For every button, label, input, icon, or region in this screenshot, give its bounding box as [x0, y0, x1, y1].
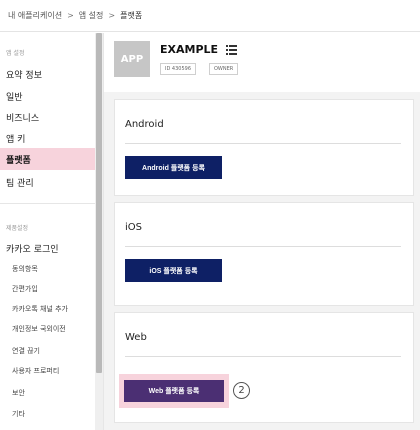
android-register-button[interactable]: Android 플랫폼 등록	[125, 156, 222, 179]
sidebar-subitem-label: 카카오톡 채널 추가	[12, 305, 68, 313]
web-register-button[interactable]: Web 플랫폼 등록	[124, 380, 224, 402]
sidebar-subitem-user-properties[interactable]: 사용자 프로퍼티	[0, 361, 95, 381]
card-divider	[125, 246, 401, 247]
sidebar-item-label: 일반	[6, 92, 23, 103]
sidebar-subitem-label: 동의항목	[12, 265, 38, 273]
sidebar-subitem-label: 사용자 프로퍼티	[12, 367, 60, 375]
sidebar-item-label: 팀 관리	[6, 178, 34, 189]
breadcrumb-separator: >	[67, 11, 74, 20]
sidebar-subitem-label: 보안	[12, 389, 25, 397]
breadcrumb-item-my-apps[interactable]: 내 애플리케이션	[8, 10, 62, 21]
app-role-badge: OWNER	[209, 63, 239, 75]
app-id-badge: ID 430596	[160, 63, 197, 75]
sidebar-item-general[interactable]: 일반	[0, 85, 95, 107]
sidebar-divider	[0, 203, 95, 204]
sidebar-item-team[interactable]: 팀 관리	[0, 171, 95, 193]
sidebar-subitem-security[interactable]: 보안	[0, 383, 95, 403]
platform-area: Android Android 플랫폼 등록 iOS iOS 플랫폼 등록 We…	[104, 92, 420, 430]
web-card: Web Web 플랫폼 등록 2	[114, 312, 414, 423]
sidebar-item-label: 요약 정보	[6, 70, 42, 81]
app-name: EXAMPLE	[160, 43, 219, 56]
sidebar-subitem-unlink[interactable]: 연결 끊기	[0, 341, 95, 361]
sidebar-subitem-label: 연결 끊기	[12, 347, 40, 355]
breadcrumb-item-app-settings[interactable]: 앱 설정	[79, 10, 104, 21]
sidebar-item-label: 카카오 로그인	[6, 244, 59, 255]
breadcrumb-item-platform: 플랫폼	[120, 11, 143, 20]
sidebar-item-label: 플랫폼	[6, 155, 31, 166]
card-divider	[125, 356, 401, 357]
sidebar-item-label: 비즈니스	[6, 113, 40, 124]
sidebar: 앱 설정 요약 정보 일반 비즈니스 앱 키 플랫폼 팀 관리 제품설정 카카오…	[0, 33, 104, 430]
sidebar-subitem-label: 기타	[12, 410, 25, 418]
sidebar-item-business[interactable]: 비즈니스	[0, 106, 95, 128]
main-content: APP EXAMPLE ID 430596 OWNER Android Andr…	[104, 33, 420, 430]
app-header: APP EXAMPLE ID 430596 OWNER	[114, 41, 414, 81]
android-card: Android Android 플랫폼 등록	[114, 99, 414, 196]
sidebar-item-platform[interactable]: 플랫폼	[0, 148, 95, 170]
breadcrumb-separator: >	[108, 11, 116, 20]
sidebar-subitem-overseas-transfer[interactable]: 개인정보 국외이전	[0, 319, 95, 339]
android-title: Android	[125, 119, 164, 130]
ios-register-button[interactable]: iOS 플랫폼 등록	[125, 259, 222, 282]
sidebar-section-app-settings: 앱 설정	[6, 50, 25, 57]
sidebar-subitem-label: 간편가입	[12, 285, 38, 293]
sidebar-item-app-keys[interactable]: 앱 키	[0, 127, 95, 149]
breadcrumb: 내 애플리케이션 > 앱 설정 > 플랫폼	[0, 0, 420, 32]
sidebar-subitem-kakaotalk-channel[interactable]: 카카오톡 채널 추가	[0, 299, 95, 319]
ios-title: iOS	[125, 222, 142, 233]
ios-card: iOS iOS 플랫폼 등록	[114, 202, 414, 306]
callout-marker-2: 2	[233, 382, 250, 399]
sidebar-section-product: 제품설정	[6, 225, 29, 232]
sidebar-subitem-consent[interactable]: 동의항목	[0, 259, 95, 279]
scrollbar-thumb[interactable]	[96, 33, 102, 373]
sidebar-scrollbar[interactable]	[95, 33, 103, 430]
web-title: Web	[125, 332, 147, 343]
sidebar-item-label: 앱 키	[6, 134, 26, 145]
list-icon[interactable]	[226, 45, 237, 55]
sidebar-subitem-label: 개인정보 국외이전	[12, 325, 66, 333]
card-divider	[125, 143, 401, 144]
sidebar-item-kakao-login[interactable]: 카카오 로그인	[0, 237, 95, 259]
sidebar-item-summary[interactable]: 요약 정보	[0, 63, 95, 85]
sidebar-subitem-simple-signup[interactable]: 간편가입	[0, 279, 95, 299]
app-logo: APP	[114, 41, 150, 77]
sidebar-subitem-etc[interactable]: 기타	[0, 404, 95, 424]
